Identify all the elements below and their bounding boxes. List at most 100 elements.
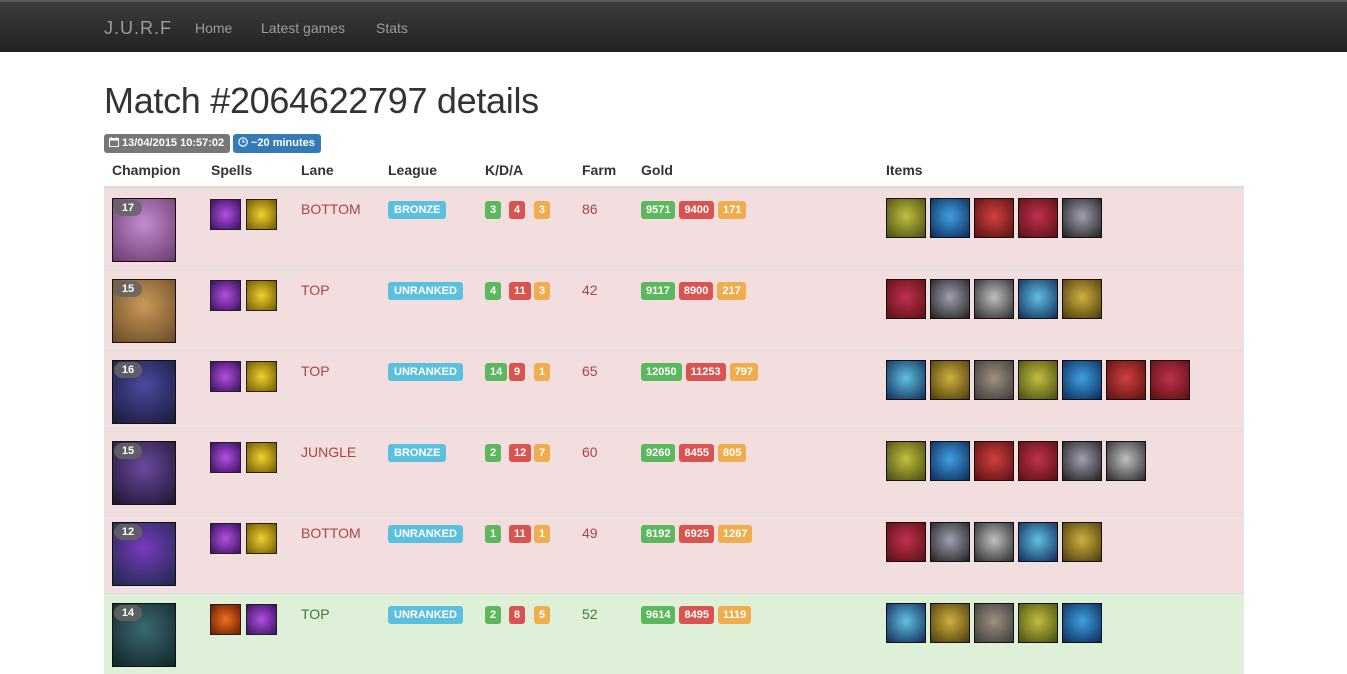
item-icon[interactable] (886, 360, 926, 400)
item-icon[interactable] (1106, 441, 1146, 481)
deaths-badge: 12 (509, 444, 532, 462)
champion-level-badge: 16 (114, 362, 142, 378)
ghost-spell-icon[interactable] (210, 361, 241, 392)
item-icon[interactable] (1018, 279, 1058, 319)
league-badge: BRONZE (388, 444, 447, 462)
ghost-spell-icon[interactable] (210, 199, 241, 230)
lane-text: TOP (301, 282, 330, 298)
nav-latest-games-link[interactable]: Latest games (261, 20, 345, 36)
flash-spell-icon[interactable] (246, 280, 277, 311)
gold-remaining-badge: 805 (717, 444, 747, 462)
table-row: 12 BOTTOM UNRANKED 1 11 1 49 8192 6925 1267 (104, 512, 1244, 593)
item-icon[interactable] (886, 279, 926, 319)
deaths-badge: 9 (509, 363, 526, 381)
item-icon[interactable] (930, 603, 970, 643)
item-icon[interactable] (1062, 522, 1102, 562)
flash-spell-icon[interactable] (246, 442, 277, 473)
league-badge: UNRANKED (388, 525, 463, 543)
item-icon[interactable] (930, 441, 970, 481)
lane-text: JUNGLE (301, 444, 357, 460)
farm-text: 60 (582, 444, 598, 460)
clock-icon (238, 137, 248, 147)
gold-spent-badge: 6925 (679, 525, 714, 543)
farm-text: 86 (582, 201, 598, 217)
deaths-badge: 4 (509, 201, 526, 219)
item-icon[interactable] (1062, 441, 1102, 481)
table-row: 15 TOP UNRANKED 4 11 3 42 9117 8900 217 (104, 269, 1244, 350)
item-icon[interactable] (1062, 198, 1102, 238)
item-icon[interactable] (930, 360, 970, 400)
item-icon[interactable] (974, 441, 1014, 481)
table-row: 17 BOTTOM BRONZE 3 4 3 86 9571 9400 171 (104, 188, 1244, 269)
item-icon[interactable] (974, 198, 1014, 238)
champion-level-badge: 12 (114, 524, 142, 540)
item-icon[interactable] (930, 522, 970, 562)
item-icon[interactable] (974, 603, 1014, 643)
item-icon[interactable] (1062, 603, 1102, 643)
top-navbar: J.U.R.F Home Latest games Stats (0, 0, 1347, 52)
kills-badge: 14 (485, 363, 508, 381)
assists-badge: 3 (534, 282, 551, 300)
deaths-badge: 8 (509, 606, 526, 624)
ghost-spell-icon[interactable] (210, 523, 241, 554)
gold-remaining-badge: 217 (717, 282, 746, 300)
gold-spent-badge: 9400 (679, 201, 714, 219)
match-date-badge: 13/04/2015 10:57:02 (104, 134, 231, 153)
flash-spell-icon[interactable] (246, 199, 277, 230)
players-table-header: Champion Spells Lane League K/D/A Farm G… (104, 154, 1244, 188)
league-badge: UNRANKED (388, 282, 463, 300)
item-icon[interactable] (930, 198, 970, 238)
gold-spent-badge: 8900 (678, 282, 714, 300)
assists-badge: 1 (534, 525, 551, 543)
kills-badge: 2 (485, 444, 502, 462)
item-icon[interactable] (1062, 360, 1102, 400)
table-row: 14 TOP UNRANKED 2 8 5 52 9614 8495 1119 (104, 593, 1244, 674)
ignite-spell-icon[interactable] (210, 604, 241, 635)
item-icon[interactable] (1018, 603, 1058, 643)
kills-badge: 4 (485, 282, 502, 300)
gold-group: 9614 8495 1119 (641, 606, 752, 624)
ghost-spell-icon[interactable] (210, 280, 241, 311)
header-lane: Lane (301, 162, 334, 178)
item-icon[interactable] (1018, 441, 1058, 481)
item-icon[interactable] (886, 522, 926, 562)
champion-level-badge: 15 (114, 281, 142, 297)
item-icon[interactable] (886, 603, 926, 643)
lane-text: TOP (301, 363, 330, 379)
nav-stats-link[interactable]: Stats (376, 20, 408, 36)
gold-remaining-badge: 1119 (717, 606, 752, 624)
lane-text: BOTTOM (301, 201, 361, 217)
assists-badge: 1 (534, 363, 551, 381)
item-icon[interactable] (886, 198, 926, 238)
item-icon[interactable] (1150, 360, 1190, 400)
ghost-spell-icon[interactable] (210, 442, 241, 473)
ghost-spell-icon[interactable] (246, 604, 277, 635)
flash-spell-icon[interactable] (246, 361, 277, 392)
item-icon[interactable] (1018, 522, 1058, 562)
item-icon[interactable] (1106, 360, 1146, 400)
nav-home-link[interactable]: Home (195, 20, 232, 36)
item-icon[interactable] (1018, 360, 1058, 400)
item-icon[interactable] (1062, 279, 1102, 319)
item-icon[interactable] (886, 441, 926, 481)
item-icon[interactable] (974, 360, 1014, 400)
header-champion: Champion (112, 162, 181, 178)
match-duration-badge: ~20 minutes (233, 134, 321, 153)
gold-remaining-badge: 1267 (717, 525, 753, 543)
item-icon[interactable] (930, 279, 970, 319)
header-league: League (388, 162, 438, 178)
item-icon[interactable] (974, 279, 1014, 319)
league-badge: UNRANKED (388, 363, 463, 381)
header-items: Items (886, 162, 923, 178)
gold-group: 9260 8455 805 (641, 444, 747, 462)
champion-level-badge: 17 (114, 200, 142, 216)
assists-badge: 5 (534, 606, 551, 624)
table-row: 16 TOP UNRANKED 14 9 1 65 12050 11253 797 (104, 350, 1244, 431)
flash-spell-icon[interactable] (246, 523, 277, 554)
item-icon[interactable] (1018, 198, 1058, 238)
brand-logo[interactable]: J.U.R.F (104, 18, 172, 39)
item-icon[interactable] (974, 522, 1014, 562)
page-title: Match #2064622797 details (104, 80, 539, 121)
gold-group: 9571 9400 171 (641, 201, 747, 219)
gold-group: 9117 8900 217 (641, 282, 746, 300)
